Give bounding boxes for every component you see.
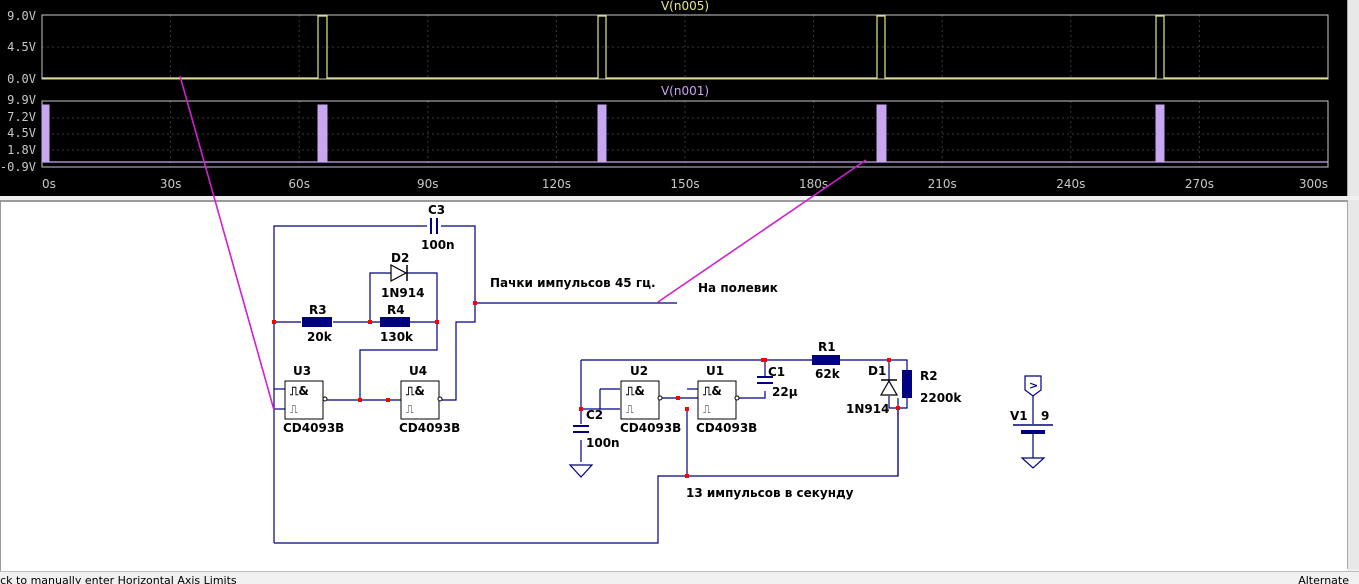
top-plot-grid xyxy=(41,14,1329,80)
x-tick-label: 120s xyxy=(542,177,571,191)
x-axis-ticks[interactable]: 0s 30s 60s 90s 120s 150s 180s 210s 240s 270s 300s xyxy=(42,177,1328,191)
top-y-tick: 4.5V xyxy=(7,40,36,54)
schematic-scrollbar[interactable] xyxy=(1347,200,1359,569)
bottom-y-tick: 4.5V xyxy=(7,126,36,140)
x-tick-label: 180s xyxy=(799,177,828,191)
x-tick-label: 300s xyxy=(1299,177,1328,191)
waveform-pane[interactable]: V(n005) V(n001) 9.0V 4.5V 0.0V 9.9V 7.2V… xyxy=(0,0,1347,196)
bottom-trace-label[interactable]: V(n001) xyxy=(661,84,709,98)
x-tick-label: 150s xyxy=(670,177,699,191)
x-tick-label: 0s xyxy=(42,177,56,191)
x-tick-label: 30s xyxy=(160,177,182,191)
top-y-tick: 0.0V xyxy=(7,72,36,86)
x-tick-label: 270s xyxy=(1185,177,1214,191)
waveform-plot[interactable]: V(n005) V(n001) 9.0V 4.5V 0.0V 9.9V 7.2V… xyxy=(0,0,1347,196)
schematic-pane[interactable] xyxy=(0,200,1348,571)
bottom-y-tick: 1.8V xyxy=(7,143,36,157)
x-tick-label: 210s xyxy=(928,177,957,191)
waveform-scrollbar[interactable] xyxy=(1347,0,1359,196)
x-tick-label: 90s xyxy=(417,177,439,191)
bottom-plot-grid xyxy=(41,100,1329,168)
bottom-y-tick: 9.9V xyxy=(7,93,36,107)
bottom-trace-waveform xyxy=(41,104,1328,163)
top-trace-label[interactable]: V(n005) xyxy=(661,0,709,13)
bottom-y-tick: -0.9V xyxy=(0,160,36,174)
top-y-tick: 9.0V xyxy=(7,9,36,23)
status-bar: lick to manually enter Horizontal Axis L… xyxy=(0,571,1359,584)
bottom-y-tick: 7.2V xyxy=(7,110,36,124)
x-tick-label: 60s xyxy=(288,177,310,191)
x-tick-label: 240s xyxy=(1056,177,1085,191)
